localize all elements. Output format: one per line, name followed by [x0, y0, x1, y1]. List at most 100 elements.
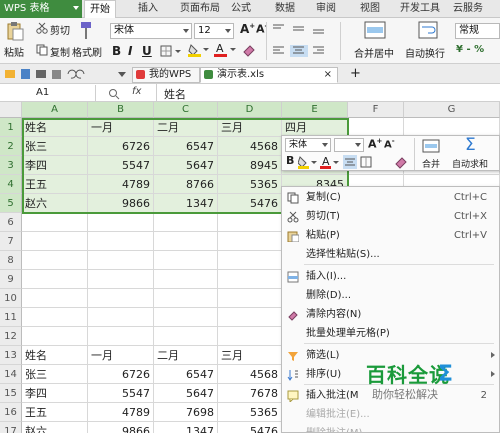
mini-font-size-select[interactable]: [334, 138, 364, 152]
tab-home[interactable]: 开始: [84, 0, 116, 19]
paste-label[interactable]: 粘贴: [4, 44, 24, 59]
row-header[interactable]: 16: [0, 403, 22, 422]
row-header[interactable]: 17: [0, 422, 22, 433]
tab-insert[interactable]: 插入: [132, 0, 164, 18]
table-cell[interactable]: [218, 251, 282, 270]
table-cell[interactable]: [22, 270, 88, 289]
table-cell[interactable]: [218, 232, 282, 251]
context-menu-item[interactable]: 删除(D)...: [282, 286, 499, 305]
tab-data[interactable]: 数据: [270, 0, 300, 18]
column-header-a[interactable]: A: [22, 102, 88, 118]
table-cell[interactable]: [88, 270, 154, 289]
tab-my-wps[interactable]: 我的WPS: [132, 67, 200, 83]
header-cell[interactable]: 姓名: [22, 118, 88, 137]
font-name-select[interactable]: 宋体: [110, 23, 192, 39]
table-cell[interactable]: 6547: [154, 365, 218, 384]
zoom-icon[interactable]: [108, 88, 120, 100]
column-header-g[interactable]: G: [404, 102, 500, 118]
new-tab-icon[interactable]: +: [350, 66, 361, 81]
header-cell[interactable]: 一月: [88, 346, 154, 365]
fx-icon[interactable]: fx: [132, 86, 141, 97]
context-menu-item[interactable]: 编辑批注(E)...: [282, 405, 499, 424]
row-header[interactable]: 4: [0, 175, 22, 194]
table-cell[interactable]: 5365: [218, 175, 282, 194]
tab-page-layout[interactable]: 页面布局: [174, 0, 226, 18]
row-header[interactable]: 12: [0, 327, 22, 346]
row-header[interactable]: 11: [0, 308, 22, 327]
context-menu-item[interactable]: 清除内容(N): [282, 305, 499, 324]
currency-icon[interactable]: ¥ - %: [456, 44, 484, 55]
context-menu-item[interactable]: 粘贴(P) Ctrl+V: [282, 226, 499, 245]
table-cell[interactable]: [154, 232, 218, 251]
wrap-text-icon[interactable]: [418, 21, 438, 39]
column-header-e[interactable]: E: [282, 102, 348, 118]
row-header[interactable]: 5: [0, 194, 22, 213]
horizontal-align-icons[interactable]: [272, 45, 332, 57]
merge-center-label[interactable]: 合并居中: [354, 45, 394, 60]
fill-color-icon[interactable]: [188, 43, 210, 57]
quick-access-icons[interactable]: [4, 68, 94, 80]
header-cell[interactable]: 姓名: [22, 346, 88, 365]
tab-formula[interactable]: 公式: [226, 0, 256, 18]
table-cell[interactable]: 4789: [88, 403, 154, 422]
table-cell[interactable]: 6726: [88, 365, 154, 384]
header-cell[interactable]: 一月: [88, 118, 154, 137]
header-cell[interactable]: 三月: [218, 346, 282, 365]
number-format-select[interactable]: 常规: [455, 23, 500, 39]
column-header-b[interactable]: B: [88, 102, 154, 118]
eraser-icon[interactable]: [394, 155, 408, 169]
shrink-font-icon[interactable]: A-: [384, 137, 395, 150]
table-cell[interactable]: [218, 270, 282, 289]
table-cell[interactable]: [218, 308, 282, 327]
table-cell[interactable]: 4789: [88, 175, 154, 194]
paste-icon[interactable]: [6, 21, 24, 41]
row-header[interactable]: 1: [0, 118, 22, 137]
table-cell[interactable]: [22, 289, 88, 308]
table-cell[interactable]: 张三: [22, 365, 88, 384]
table-cell[interactable]: 5476: [218, 194, 282, 213]
table-cell[interactable]: 5547: [88, 156, 154, 175]
header-cell[interactable]: 二月: [154, 346, 218, 365]
chevron-down-icon[interactable]: [118, 72, 126, 77]
font-color-icon[interactable]: A: [214, 42, 238, 58]
column-header-c[interactable]: C: [154, 102, 218, 118]
table-cell[interactable]: [22, 232, 88, 251]
table-cell[interactable]: [154, 251, 218, 270]
copy-label[interactable]: 复制: [50, 44, 70, 59]
table-cell[interactable]: [154, 308, 218, 327]
table-cell[interactable]: 1347: [154, 194, 218, 213]
table-cell[interactable]: 5476: [218, 422, 282, 433]
table-cell[interactable]: 4568: [218, 365, 282, 384]
merge-center-icon[interactable]: [364, 21, 386, 39]
context-menu-item[interactable]: 选择性粘贴(S)...: [282, 245, 499, 264]
cut-icon[interactable]: [36, 22, 48, 34]
table-cell[interactable]: 赵六: [22, 194, 88, 213]
table-cell[interactable]: 王五: [22, 403, 88, 422]
table-cell[interactable]: [218, 213, 282, 232]
bold-icon[interactable]: B: [286, 154, 294, 167]
row-header[interactable]: 10: [0, 289, 22, 308]
tab-review[interactable]: 审阅: [311, 0, 341, 18]
context-menu-item[interactable]: 批量处理单元格(P): [282, 324, 499, 343]
mini-autosum-label[interactable]: 自动求和: [452, 157, 488, 170]
font-size-select[interactable]: 12: [194, 23, 234, 39]
table-cell[interactable]: [22, 327, 88, 346]
table-cell[interactable]: 赵六: [22, 422, 88, 433]
context-menu-item[interactable]: 剪切(T) Ctrl+X: [282, 207, 499, 226]
table-cell[interactable]: 王五: [22, 175, 88, 194]
table-cell[interactable]: 8945: [218, 156, 282, 175]
table-cell[interactable]: 5647: [154, 384, 218, 403]
table-cell[interactable]: 8766: [154, 175, 218, 194]
table-cell[interactable]: [218, 289, 282, 308]
row-header[interactable]: 7: [0, 232, 22, 251]
autosum-icon[interactable]: Σ: [465, 135, 476, 155]
bold-icon[interactable]: B: [112, 44, 121, 58]
table-cell[interactable]: 6547: [154, 137, 218, 156]
table-cell[interactable]: [22, 308, 88, 327]
cut-label[interactable]: 剪切: [50, 22, 70, 37]
vertical-align-icons[interactable]: [272, 23, 332, 35]
tab-view[interactable]: 视图: [355, 0, 385, 18]
table-cell[interactable]: [88, 308, 154, 327]
table-cell[interactable]: [88, 213, 154, 232]
grow-font-icon[interactable]: A+: [368, 137, 382, 151]
